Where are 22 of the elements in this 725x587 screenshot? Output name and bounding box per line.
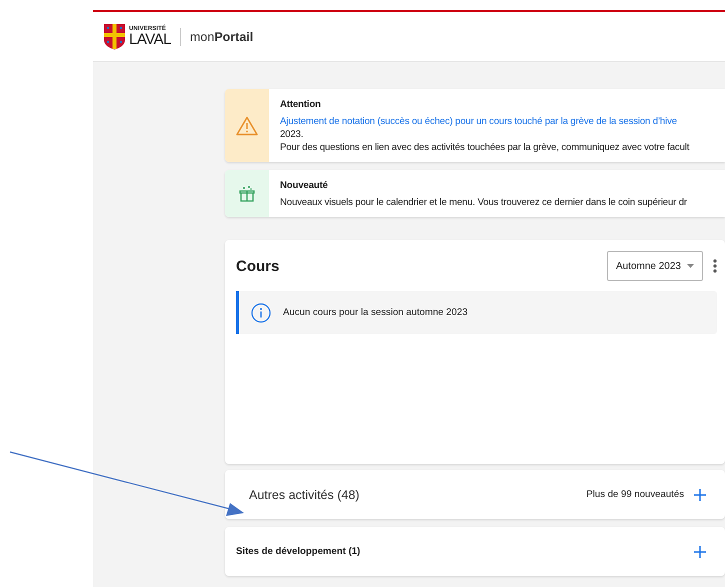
more-menu-icon[interactable] [713,259,717,273]
session-dropdown[interactable]: Automne 2023 [606,251,703,281]
warning-icon [236,116,258,136]
shield-logo-icon [103,23,126,50]
section-title[interactable]: Autres activités (48) [225,488,360,502]
info-message: Aucun cours pour la session automne 2023 [283,307,468,318]
notice-text: 2023. [280,128,304,141]
news-count: Plus de 99 nouveautés [586,489,684,500]
section-title[interactable]: Sites de développement (1) [225,546,360,557]
app-name[interactable]: monPortail [190,30,254,44]
caret-icon [687,264,694,268]
plus-icon[interactable] [694,488,706,500]
gift-box-icon [238,184,256,202]
info-icon [251,302,271,322]
notice-title: Attention [280,98,322,111]
logo-text: LAVAL [129,32,171,47]
plus-icon[interactable] [694,546,706,558]
notice-text: Nouveaux visuels pour le calendrier et le menu. Vous trouverez ce dernier dans le coin supérieur dr [280,196,687,209]
notice-title: Nouveauté [280,179,329,192]
notice-link[interactable]: Ajustement de notation (succès ou échec) pour un cours touché par la grève de la session d’hive [280,115,690,128]
section-title: Cours [236,258,280,274]
notice-text: Pour des questions en lien avec des activités touchées par la grève, communiquez avec votre facult [280,141,690,154]
